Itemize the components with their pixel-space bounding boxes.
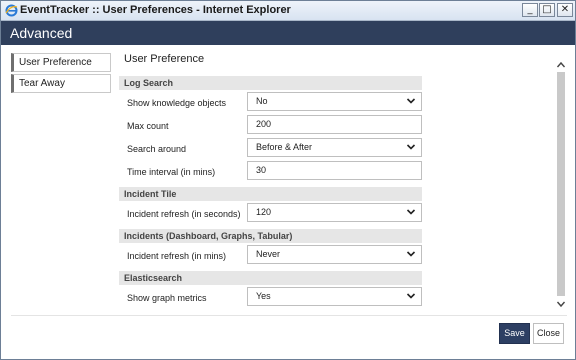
show-graph-metrics-select[interactable]: Yes	[247, 287, 422, 306]
time-interval-input[interactable]: 30	[247, 161, 422, 180]
window-title: EventTracker :: User Preferences - Inter…	[20, 4, 291, 16]
section-header-incidents: Incidents (Dashboard, Graphs, Tabular)	[119, 229, 422, 243]
scrollbar-thumb[interactable]	[557, 72, 565, 296]
incident-tile-refresh-value: 120	[256, 207, 272, 217]
section-header-incident-tile: Incident Tile	[119, 187, 422, 201]
chevron-down-icon	[406, 98, 416, 104]
show-knowledge-objects-value: No	[256, 96, 268, 106]
sidebar-item-tear-away[interactable]: Tear Away	[11, 74, 111, 93]
show-graph-metrics-value: Yes	[256, 291, 271, 301]
section-header-log-search: Log Search	[119, 76, 422, 90]
page-title: User Preference	[124, 53, 205, 65]
save-button[interactable]: Save	[499, 323, 530, 344]
incident-tile-refresh-label: Incident refresh (in seconds)	[127, 209, 241, 219]
show-knowledge-objects-label: Show knowledge objects	[127, 98, 227, 108]
max-count-label: Max count	[127, 121, 169, 131]
chevron-down-icon	[406, 251, 416, 257]
scroll-down-icon[interactable]	[555, 298, 567, 310]
chevron-down-icon	[406, 144, 416, 150]
title-bar: EventTracker :: User Preferences - Inter…	[1, 1, 575, 21]
dialog-title: Advanced	[10, 25, 73, 41]
sidebar-item-user-preference[interactable]: User Preference	[11, 53, 111, 72]
chevron-down-icon	[406, 293, 416, 299]
incidents-refresh-select[interactable]: Never	[247, 245, 422, 264]
minimize-button[interactable]: _	[522, 3, 538, 17]
browser-window: EventTracker :: User Preferences - Inter…	[0, 0, 576, 360]
incident-tile-refresh-select[interactable]: 120	[247, 203, 422, 222]
dialog-header: Advanced	[1, 21, 575, 45]
search-around-value: Before & After	[256, 142, 313, 152]
sidebar: User Preference Tear Away	[11, 53, 111, 95]
close-window-button[interactable]: ✕	[557, 3, 573, 17]
search-around-select[interactable]: Before & After	[247, 138, 422, 157]
incidents-refresh-value: Never	[256, 249, 281, 259]
scroll-up-icon[interactable]	[555, 59, 567, 71]
max-count-input[interactable]: 200	[247, 115, 422, 134]
time-interval-label: Time interval (in mins)	[127, 167, 216, 177]
section-header-elasticsearch: Elasticsearch	[119, 271, 422, 285]
chevron-down-icon	[406, 209, 416, 215]
incidents-refresh-label: Incident refresh (in mins)	[127, 251, 227, 261]
ie-icon	[5, 4, 18, 17]
close-button[interactable]: Close	[533, 323, 564, 344]
vertical-scrollbar[interactable]	[555, 59, 567, 311]
footer-divider	[11, 315, 567, 316]
show-graph-metrics-label: Show graph metrics	[127, 293, 207, 303]
maximize-button[interactable]: □	[539, 3, 555, 17]
show-knowledge-objects-select[interactable]: No	[247, 92, 422, 111]
search-around-label: Search around	[127, 144, 187, 154]
